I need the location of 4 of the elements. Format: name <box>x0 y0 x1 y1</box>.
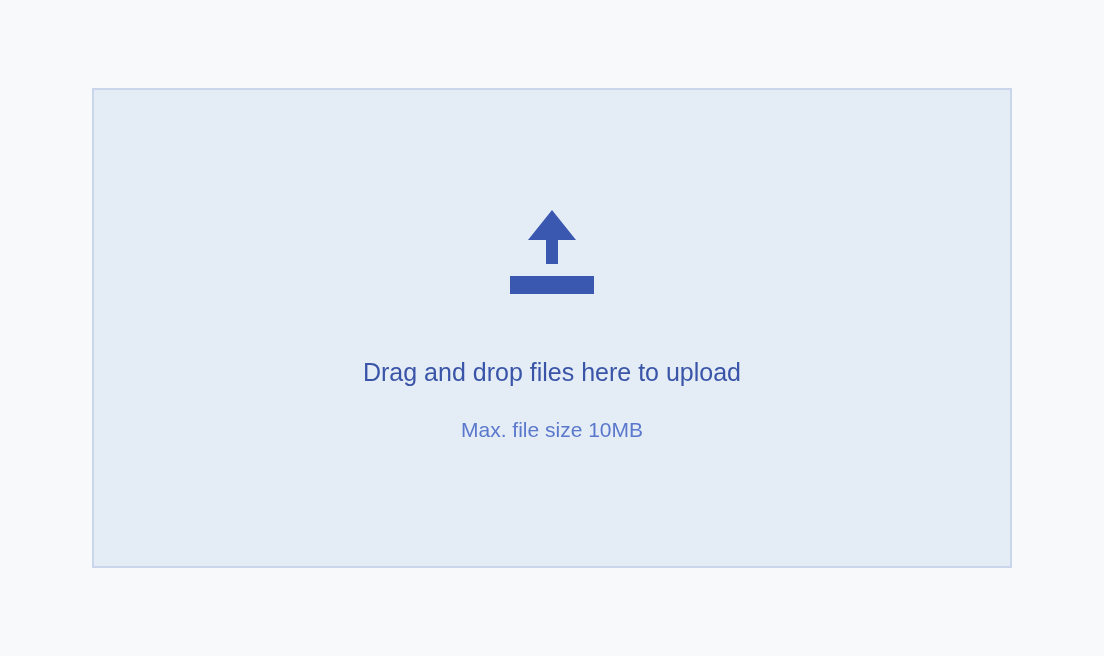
file-size-hint: Max. file size 10MB <box>460 416 644 443</box>
drop-zone[interactable]: Drag and drop files here to upload Max. file size 10MB <box>92 88 1012 568</box>
upload-instructions: Drag and drop files here to upload <box>363 357 741 388</box>
upload-icon <box>510 210 594 294</box>
